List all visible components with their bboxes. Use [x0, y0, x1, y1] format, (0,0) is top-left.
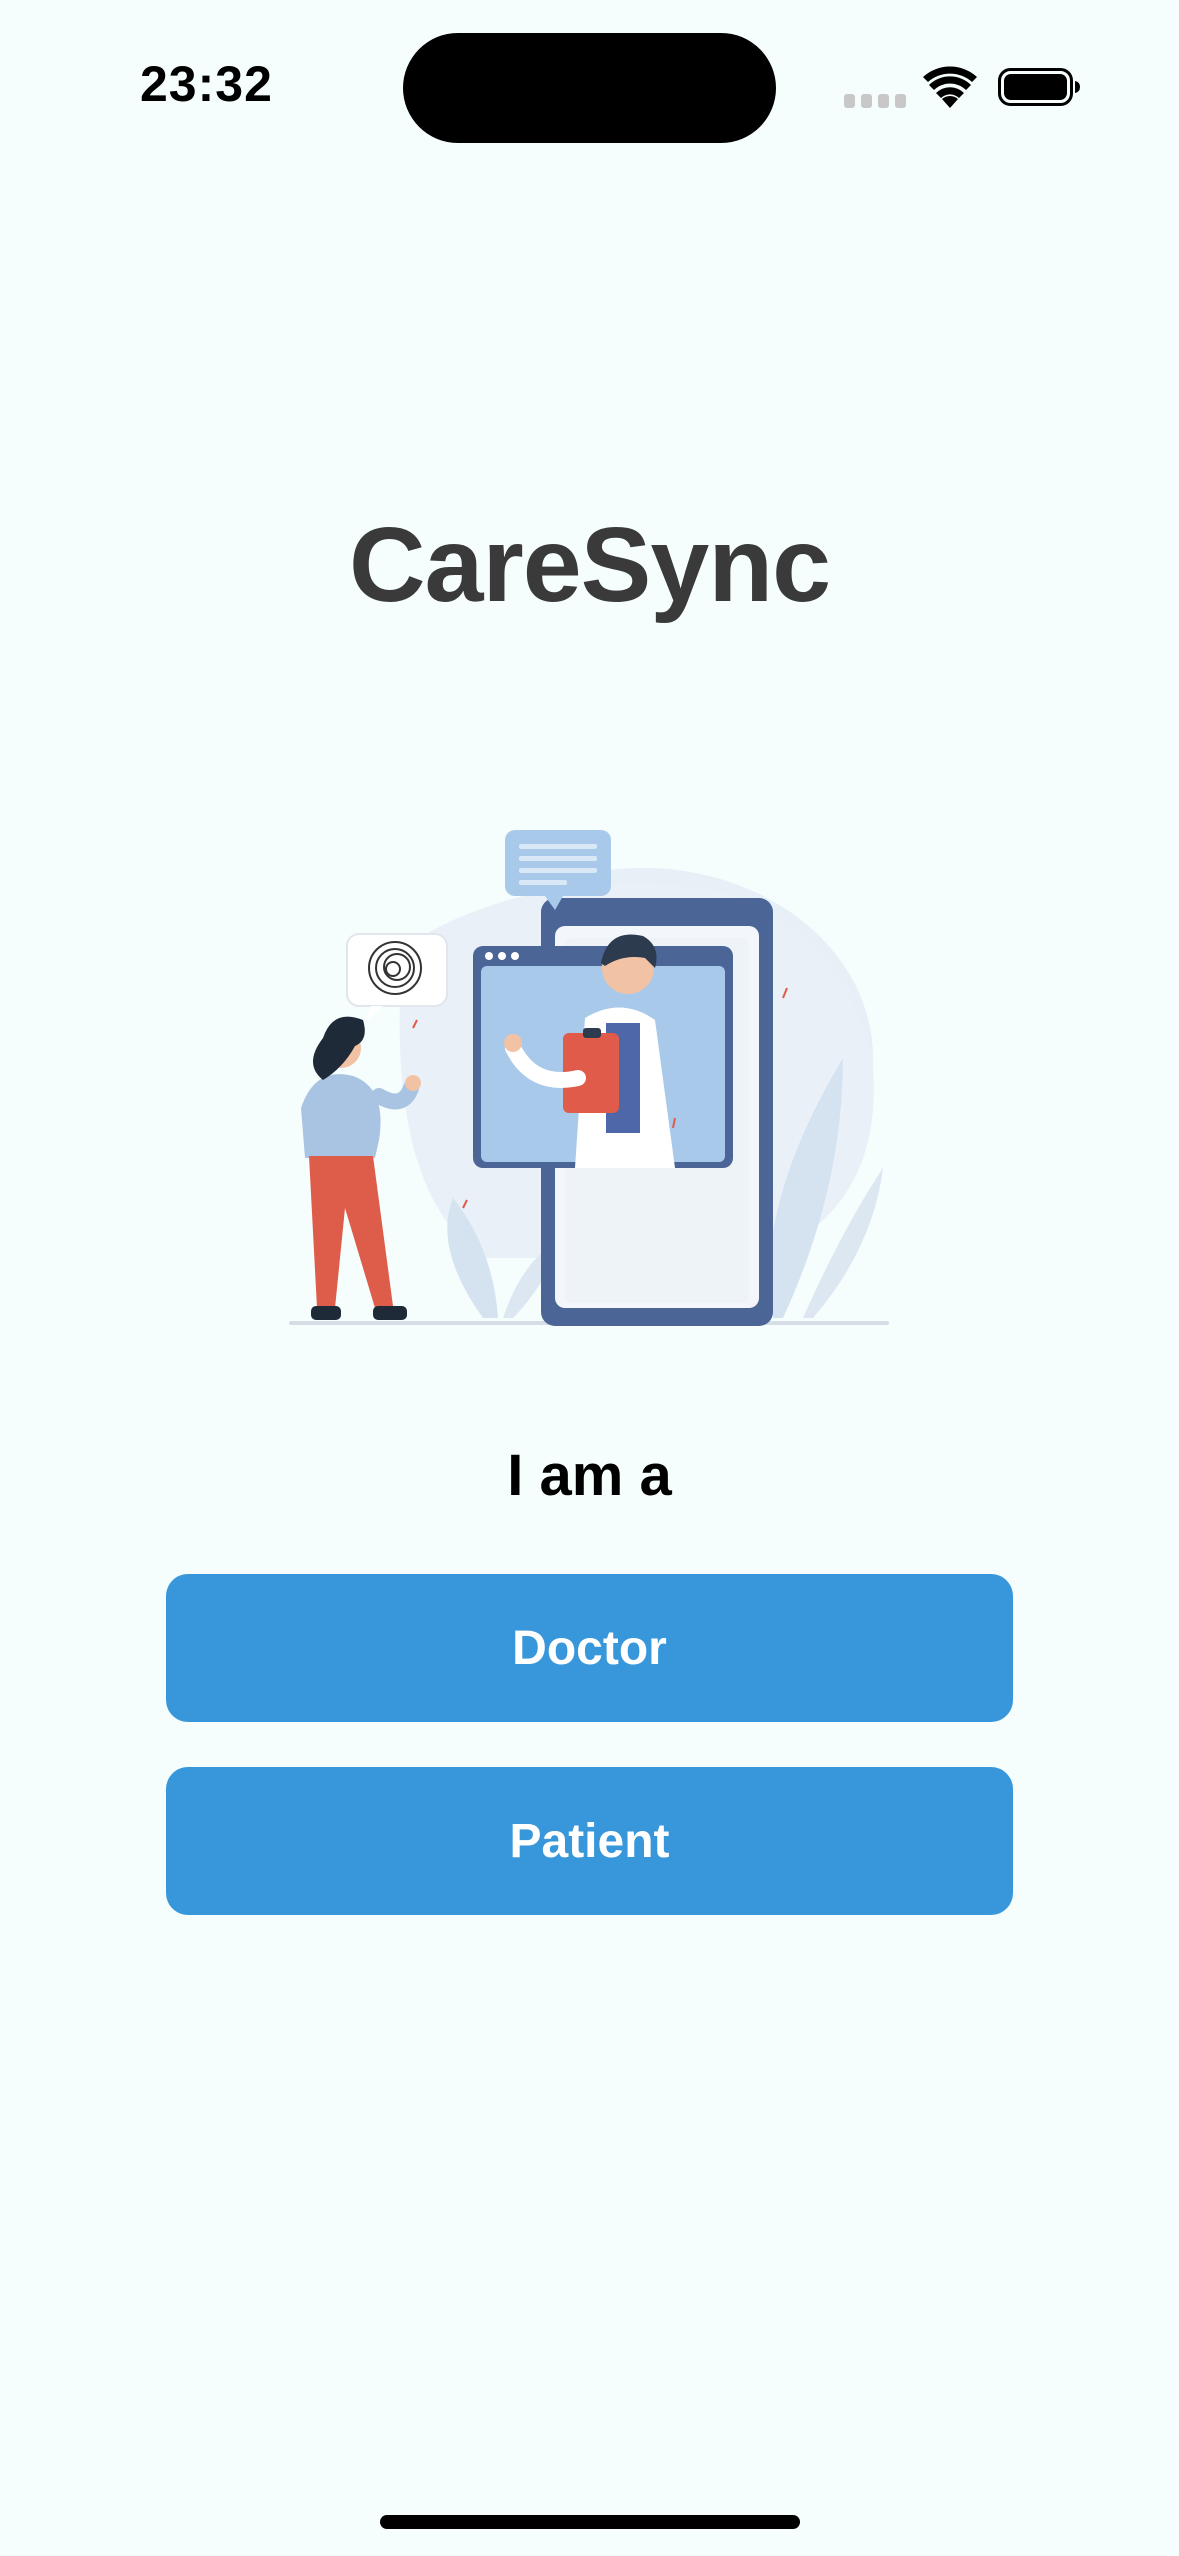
role-heading: I am a: [507, 1443, 672, 1508]
telemedicine-illustration: [289, 830, 889, 1326]
status-time: 23:32: [140, 56, 273, 112]
battery-full-icon: [998, 68, 1080, 106]
home-indicator[interactable]: [380, 2515, 800, 2529]
status-bar: 23:32: [0, 0, 1179, 170]
wifi-icon: [923, 66, 977, 108]
doctor-button[interactable]: Doctor: [166, 1574, 1013, 1722]
dynamic-island: [403, 33, 776, 143]
app-title: CareSync: [348, 506, 831, 624]
patient-button[interactable]: Patient: [166, 1767, 1013, 1915]
cellular-signal-icon: [844, 94, 906, 108]
